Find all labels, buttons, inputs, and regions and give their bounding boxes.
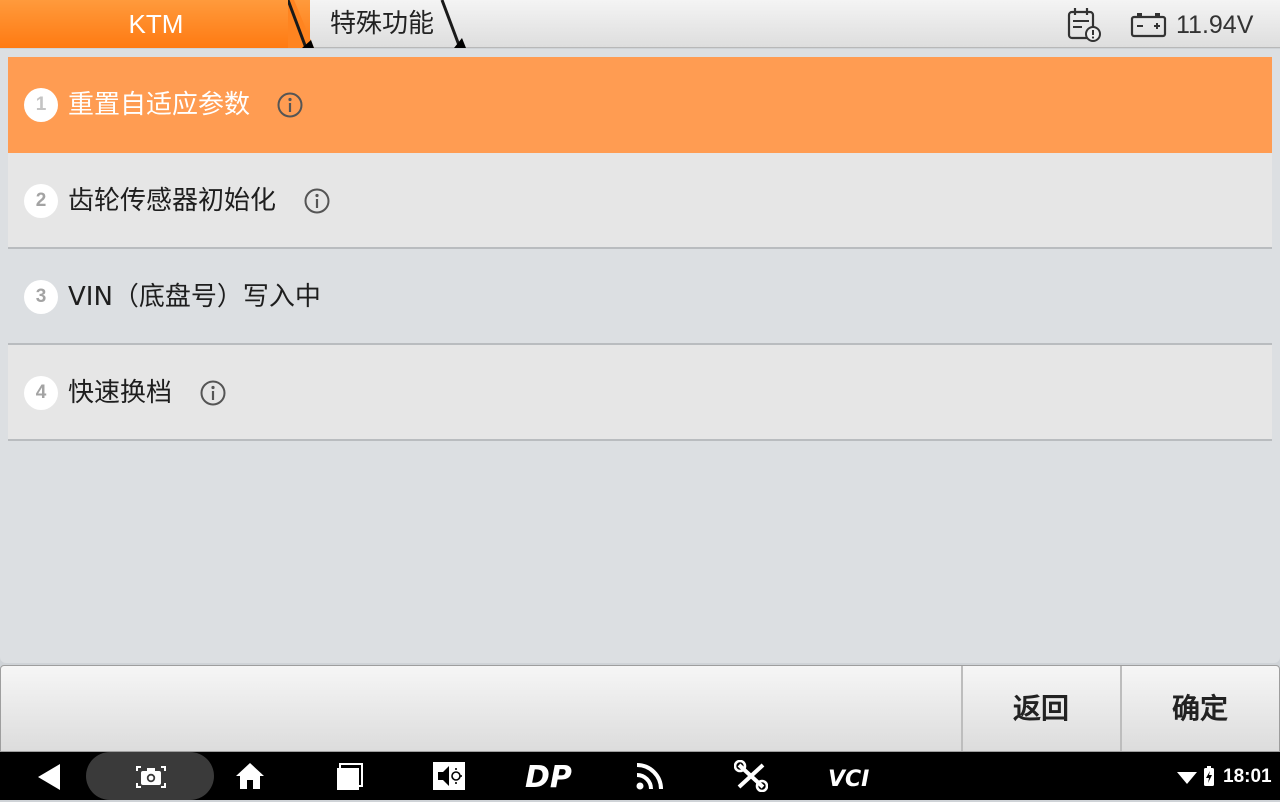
item-label: VIN（底盘号）写入中 [68, 282, 321, 312]
recent-apps-icon[interactable] [334, 760, 366, 792]
item-number: 1 [24, 88, 58, 122]
breadcrumb-separator-end [440, 0, 466, 48]
volume-icon[interactable] [432, 760, 466, 792]
info-icon[interactable] [276, 91, 304, 119]
battery-icon [1130, 13, 1167, 38]
tools-icon[interactable] [734, 760, 768, 792]
dp-icon[interactable]: DP [524, 758, 576, 794]
status-clock: 18:01 [1223, 766, 1272, 787]
vci-icon[interactable]: VCI [826, 760, 874, 792]
screenshot-icon[interactable] [134, 762, 168, 792]
function-list: 1 重置自适应参数 2 齿轮传感器初始化 3 VIN（底盘号）写入中 4 快速换… [8, 57, 1272, 441]
wifi-icon [1177, 772, 1197, 784]
dp-label: DP [525, 760, 572, 794]
item-label: 重置自适应参数 [68, 90, 251, 120]
list-item-gear-sensor-init[interactable]: 2 齿轮传感器初始化 [8, 153, 1272, 249]
item-number: 2 [24, 184, 58, 218]
list-item-quick-shift[interactable]: 4 快速换档 [8, 345, 1272, 441]
breadcrumb-current: 特殊功能 [329, 9, 434, 39]
system-nav-bar: DP VCI 18:01 [0, 752, 1280, 800]
top-header: KTM 特殊功能 11.94V [0, 0, 1280, 48]
back-button[interactable]: 返回 [961, 666, 1119, 751]
calendar-alert-icon[interactable] [1066, 6, 1104, 44]
cast-icon[interactable] [634, 760, 666, 792]
item-label: 快速换档 [68, 378, 173, 408]
item-label: 齿轮传感器初始化 [68, 186, 277, 216]
vci-label: VCI [828, 767, 869, 792]
list-item-reset-adaptation[interactable]: 1 重置自适应参数 [8, 57, 1272, 153]
breadcrumb-home-label[interactable]: KTM [0, 0, 312, 48]
info-icon[interactable] [303, 187, 331, 215]
item-number: 4 [24, 376, 58, 410]
battery-voltage: 11.94V [1176, 11, 1254, 39]
info-icon[interactable] [199, 379, 227, 407]
back-icon[interactable] [34, 762, 64, 792]
list-item-vin-write[interactable]: 3 VIN（底盘号）写入中 [8, 249, 1272, 345]
battery-charging-icon [1204, 766, 1214, 786]
home-icon[interactable] [234, 760, 266, 792]
action-bar: 返回 确定 [0, 665, 1280, 752]
function-list-panel: 1 重置自适应参数 2 齿轮传感器初始化 3 VIN（底盘号）写入中 4 快速换… [0, 49, 1280, 663]
item-number: 3 [24, 280, 58, 314]
confirm-button[interactable]: 确定 [1120, 666, 1278, 751]
